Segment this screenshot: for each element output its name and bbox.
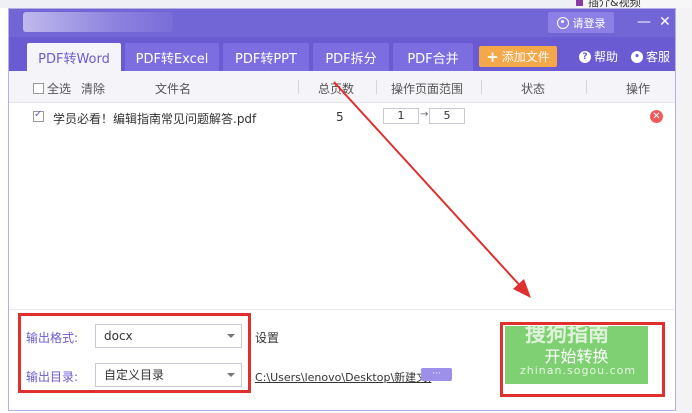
tab-bar: PDF转Word PDF转Excel PDF转PPT PDF拆分 PDF合并 +… [9, 37, 675, 71]
column-divider [298, 80, 299, 94]
question-icon: ? [579, 50, 591, 63]
login-label: 请登录 [572, 16, 606, 30]
clear-button[interactable]: 清除 [81, 80, 105, 97]
add-file-button[interactable]: + 添加文件 [479, 46, 557, 67]
browse-button[interactable]: ··· [421, 368, 452, 381]
add-file-label: 添加文件 [501, 50, 550, 64]
output-format-value: docx [104, 329, 133, 343]
output-dir-value: 自定义目录 [104, 368, 165, 382]
column-filename: 文件名 [155, 82, 192, 96]
desktop-snippet: 插介&视频 [576, 0, 692, 8]
blurred-app-title [23, 12, 173, 32]
tab-label: PDF转PPT [235, 51, 297, 67]
desktop-snippet-text: 插介&视频 [588, 0, 641, 8]
file-checkbox[interactable] [33, 109, 47, 124]
file-row: 学员必看！编辑指南常见问题解答.pdf 5 1 → 5 ✕ [9, 104, 675, 130]
login-button[interactable]: 请登录 [548, 12, 614, 33]
settings-link[interactable]: 设置 [255, 329, 279, 346]
tab-label: PDF转Word [38, 51, 110, 67]
column-total-pages: 总页数 [318, 82, 355, 96]
video-icon [576, 0, 583, 6]
tab-pdf-merge[interactable]: PDF合并 [393, 43, 473, 71]
column-operation: 操作 [626, 82, 651, 96]
service-label: 客服 [646, 50, 671, 64]
tab-pdf-to-word[interactable]: PDF转Word [27, 43, 121, 71]
tab-label: PDF拆分 [325, 51, 377, 67]
help-label: 帮助 [594, 50, 619, 64]
file-name: 学员必看！编辑指南常见问题解答.pdf [53, 112, 257, 126]
output-dir-label: 输出目录: [26, 370, 79, 384]
output-format-select[interactable]: docx [95, 324, 242, 348]
help-button[interactable]: ? 帮助 [579, 48, 618, 65]
minimize-button[interactable]: — [637, 14, 651, 30]
watermark-url: zhinan.sogou.com [520, 364, 637, 377]
file-list-header: 全选 清除 文件名 总页数 操作页面范围 状态 操作 [9, 71, 675, 103]
select-all-label: 全选 [47, 82, 72, 96]
column-divider [376, 80, 377, 94]
user-icon [556, 16, 569, 29]
column-divider [481, 80, 482, 94]
page-range-start-input[interactable]: 1 [383, 108, 419, 124]
tab-label: PDF合并 [407, 51, 459, 67]
delete-file-icon[interactable]: ✕ [650, 110, 663, 123]
plus-icon: + [486, 47, 499, 66]
arrow-right-icon: → [420, 109, 429, 120]
select-all-checkbox[interactable]: 全选 [33, 80, 71, 97]
checkbox-icon [33, 83, 44, 94]
tab-pdf-split[interactable]: PDF拆分 [313, 43, 389, 71]
page-range-end-input[interactable]: 5 [429, 108, 465, 124]
output-path: C:\Users\lenovo\Desktop\新建文( [255, 371, 432, 384]
chat-icon: • [631, 50, 643, 63]
title-bar: 请登录 — ✕ [9, 9, 675, 37]
desktop-background-right [676, 0, 692, 413]
tab-pdf-to-excel[interactable]: PDF转Excel [125, 43, 219, 71]
chevron-down-icon [227, 373, 235, 377]
column-status: 状态 [521, 82, 546, 96]
chevron-down-icon [227, 334, 235, 338]
file-page-count: 5 [336, 110, 344, 124]
tab-pdf-to-ppt[interactable]: PDF转PPT [223, 43, 309, 71]
service-button[interactable]: • 客服 [631, 48, 670, 65]
checkbox-icon [33, 109, 44, 122]
output-format-label: 输出格式: [26, 331, 79, 345]
close-window-button[interactable]: ✕ [659, 14, 671, 30]
output-dir-select[interactable]: 自定义目录 [95, 363, 242, 387]
column-page-range: 操作页面范围 [391, 82, 464, 96]
column-divider [586, 80, 587, 94]
watermark-brand: 搜狗指南 [525, 322, 609, 346]
tab-label: PDF转Excel [135, 51, 209, 67]
